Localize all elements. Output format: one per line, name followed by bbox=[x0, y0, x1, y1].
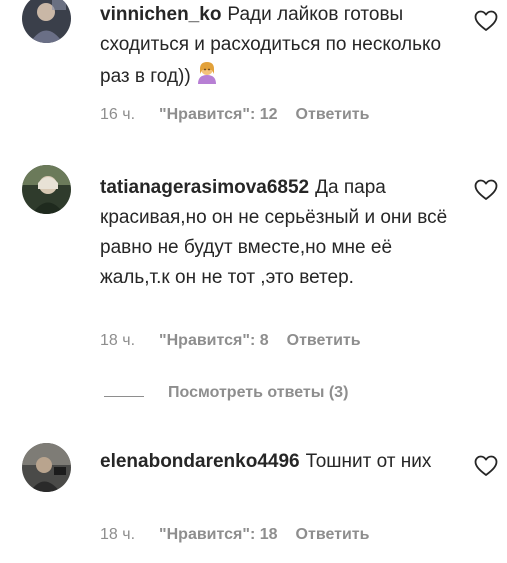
view-replies-label: Посмотреть ответы (3) bbox=[168, 384, 349, 401]
comment-meta: 16 ч. "Нравится": 12 Ответить bbox=[100, 106, 369, 124]
like-heart-icon[interactable] bbox=[474, 179, 498, 201]
comment-body: vinnichen_ko Ради лайков готовы сходиться… bbox=[100, 0, 460, 94]
woman-gesturing-icon bbox=[195, 60, 219, 94]
comment-body: elenabondarenko4496 Тошнит от них bbox=[100, 447, 460, 477]
avatar[interactable] bbox=[22, 165, 71, 214]
reply-button[interactable]: Ответить bbox=[296, 526, 370, 544]
avatar[interactable] bbox=[22, 0, 71, 43]
reply-button[interactable]: Ответить bbox=[287, 332, 361, 350]
comment-username[interactable]: vinnichen_ko bbox=[100, 4, 221, 25]
comment-likes[interactable]: "Нравится": 12 bbox=[159, 106, 278, 124]
avatar[interactable] bbox=[22, 443, 71, 492]
comment-username[interactable]: elenabondarenko4496 bbox=[100, 451, 300, 472]
reply-button[interactable]: Ответить bbox=[296, 106, 370, 124]
comment-time: 18 ч. bbox=[100, 332, 136, 349]
comment-meta: 18 ч. "Нравится": 8 Ответить bbox=[100, 332, 361, 350]
comment-time: 16 ч. bbox=[100, 106, 136, 123]
comment-username[interactable]: tatianagerasimova6852 bbox=[100, 177, 309, 198]
like-heart-icon[interactable] bbox=[474, 10, 498, 32]
comment-likes[interactable]: "Нравится": 18 bbox=[159, 526, 278, 544]
comment-text: Тошнит от них bbox=[305, 451, 432, 472]
comment-likes[interactable]: "Нравится": 8 bbox=[159, 332, 269, 350]
comment-meta: 18 ч. "Нравится": 18 Ответить bbox=[100, 526, 369, 544]
comment-body: tatianagerasimova6852 Да пара красивая,но… bbox=[100, 173, 460, 293]
like-heart-icon[interactable] bbox=[474, 455, 498, 477]
replies-divider bbox=[104, 396, 144, 397]
comment-time: 18 ч. bbox=[100, 526, 136, 543]
